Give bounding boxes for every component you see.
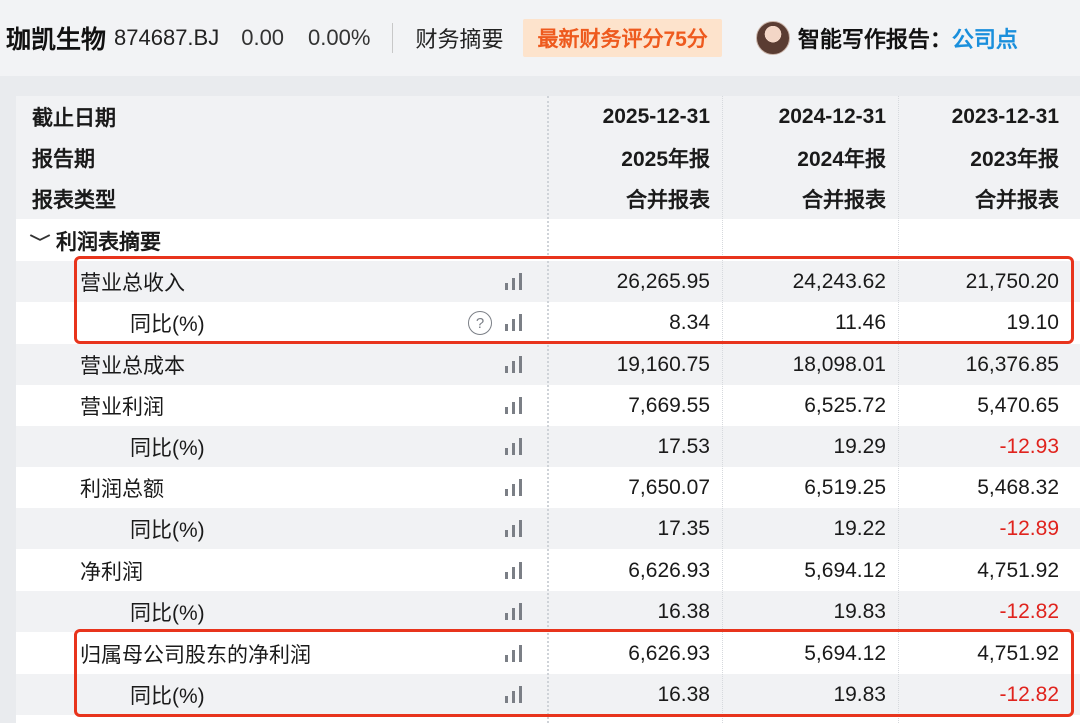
row-value: 16.38 [657,599,710,623]
bar-chart-icon[interactable] [505,314,527,331]
header-label: 截止日期 [32,106,116,130]
header-divider [392,23,394,53]
row-value: 4,751.92 [977,558,1059,582]
header-label: 报告期 [32,147,95,171]
header-value: 2024-12-31 [778,104,886,128]
row-label: 归属母公司股东的净利润 [80,643,311,667]
bar-chart-icon[interactable] [505,686,527,703]
row-label: 同比(%) [130,601,205,625]
ai-report-label: 智能写作报告： [797,27,952,52]
bar-chart-icon[interactable] [505,520,527,537]
row-label: 利润总额 [80,477,164,501]
row-value-negative: -12.93 [999,434,1059,458]
row-value: 5,694.12 [804,641,886,665]
bar-chart-icon[interactable] [505,645,527,662]
row-value: 6,525.72 [804,393,886,417]
bar-chart-icon[interactable] [505,397,527,414]
ai-report-link[interactable]: 公司点 [952,22,1018,54]
column-divider [547,96,549,723]
column-divider [898,96,899,723]
row-value: 11.46 [835,310,886,334]
row-value: 6,519.25 [804,475,886,499]
row-value: 19.29 [833,434,886,458]
bar-chart-icon[interactable] [505,603,527,620]
bar-chart-icon[interactable] [505,273,527,290]
ai-avatar-icon [755,21,790,55]
header-value: 合并报表 [975,188,1059,212]
row-value: 6,626.93 [628,558,710,582]
row-value: 17.53 [657,434,710,458]
header-value: 2023年报 [970,147,1059,171]
bar-chart-icon[interactable] [505,562,527,579]
row-value: 21,750.20 [965,269,1059,293]
row-value: 5,694.12 [804,558,886,582]
row-value: 19.10 [1006,310,1059,334]
row-label: 同比(%) [130,518,205,542]
row-value: 4,751.92 [977,641,1059,665]
row-value: 7,650.07 [628,475,710,499]
row-value: 8.34 [669,310,710,334]
tab-financial-summary[interactable]: 财务摘要 [415,22,503,54]
stock-price: 0.00 [241,25,285,50]
row-value: 19.83 [833,682,886,706]
row-label: 同比(%) [130,436,205,460]
row-label: 营业利润 [80,395,164,419]
row-label: 净利润 [80,560,143,584]
row-value: 16.38 [657,682,710,706]
financial-summary-table: 截止日期 2025-12-31 2024-12-31 2023-12-31 报告… [16,96,1080,723]
header-value: 合并报表 [626,188,710,212]
header-value: 2025年报 [621,147,710,171]
header-value: 2024年报 [797,147,886,171]
row-value: 24,243.62 [792,269,886,293]
row-value: 19.83 [833,599,886,623]
row-value: 16,376.85 [965,352,1059,376]
bar-chart-icon[interactable] [505,438,527,455]
row-value: 19,160.75 [616,352,710,376]
row-value: 26,265.95 [616,269,710,293]
bar-chart-icon[interactable] [505,356,527,373]
row-label: 同比(%) [130,684,205,708]
stock-header: 珈凯生物 874687.BJ 0.00 0.00% 财务摘要 最新财务评分75分… [0,0,1080,76]
row-value: 5,468.32 [977,475,1059,499]
row-value-negative: -12.89 [999,516,1059,540]
row-value: 5,470.65 [977,393,1059,417]
row-label: 营业总成本 [80,354,185,378]
header-label: 报表类型 [32,188,116,212]
header-value: 合并报表 [802,188,886,212]
row-value: 18,098.01 [792,352,886,376]
stock-code: 874687.BJ [114,25,220,50]
column-divider [722,96,723,723]
bar-chart-icon[interactable] [505,479,527,496]
section-title: 利润表摘要 [56,230,162,254]
row-value-negative: -12.82 [999,682,1059,706]
header-value: 2025-12-31 [602,104,710,128]
row-label: 营业总收入 [80,271,185,295]
stock-change-pct: 0.00% [308,25,371,50]
stock-name[interactable]: 珈凯生物 [6,20,106,56]
row-value: 7,669.55 [628,393,710,417]
row-label: 同比(%) [130,312,205,336]
row-value: 17.35 [657,516,710,540]
help-circle-icon[interactable]: ? [468,311,492,335]
row-value: 19.22 [833,516,886,540]
header-value: 2023-12-31 [951,104,1059,128]
chevron-down-icon[interactable]: ﹀ [30,229,51,253]
financial-score-badge[interactable]: 最新财务评分75分 [523,19,722,57]
row-value: 6,626.93 [628,641,710,665]
row-value-negative: -12.82 [999,599,1059,623]
